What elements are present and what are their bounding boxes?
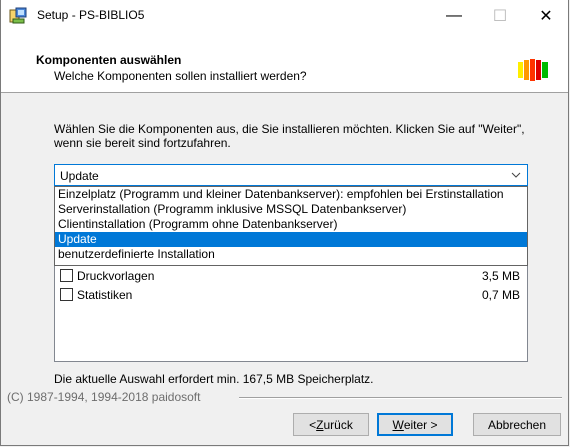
chevron-down-icon — [511, 172, 521, 178]
minimize-button[interactable]: — — [431, 0, 477, 31]
title-bar[interactable]: Setup - PS-BIBLIO5 — ☐ ✕ — [1, 0, 568, 31]
setup-window: Setup - PS-BIBLIO5 — ☐ ✕ Komponenten aus… — [0, 0, 569, 446]
component-checkbox[interactable] — [60, 269, 73, 282]
minimize-icon: — — [446, 6, 462, 24]
maximize-icon: ☐ — [492, 7, 508, 25]
next-label-rest: eiter > — [403, 417, 438, 432]
page-subtitle: Welche Komponenten sollen installiert we… — [54, 69, 307, 83]
close-icon: ✕ — [539, 7, 553, 25]
maximize-button[interactable]: ☐ — [477, 0, 523, 31]
component-item-druckvorlagen[interactable]: Druckvorlagen 3,5 MB — [60, 268, 524, 285]
dropdown-option-selected[interactable]: Update — [55, 232, 527, 247]
back-label-prefix: < — [309, 417, 317, 432]
wizard-logo-icon — [518, 59, 548, 81]
component-checkbox[interactable] — [60, 288, 73, 301]
page-title: Komponenten auswählen — [36, 53, 182, 67]
dropdown-option[interactable]: Serverinstallation (Programm inklusive M… — [55, 202, 527, 217]
wizard-header: Komponenten auswählen Welche Komponenten… — [1, 31, 568, 93]
dropdown-option[interactable]: Einzelplatz (Programm und kleiner Datenb… — [55, 187, 527, 202]
setup-type-combobox[interactable]: Update — [54, 164, 528, 186]
cancel-button[interactable]: Abbrechen — [473, 413, 561, 436]
next-label-accelerator: W — [392, 417, 404, 432]
component-label: Druckvorlagen — [77, 269, 155, 283]
back-label-accelerator: Z — [316, 417, 324, 432]
next-button[interactable]: Weiter > — [377, 413, 453, 436]
footer-separator — [239, 397, 562, 399]
copyright-text: (C) 1987-1994, 1994-2018 paidosoft — [7, 390, 201, 404]
space-required-text: Die aktuelle Auswahl erfordert min. 167,… — [54, 372, 374, 386]
instructions-text: Wählen Sie die Komponenten aus, die Sie … — [54, 122, 525, 150]
dropdown-option[interactable]: benutzerdefinierte Installation — [55, 247, 527, 262]
component-size: 0,7 MB — [481, 288, 520, 302]
component-size: 3,5 MB — [481, 269, 520, 283]
dropdown-option[interactable]: Clientinstallation (Programm ohne Datenb… — [55, 217, 527, 232]
back-button[interactable]: < Zurück — [293, 413, 369, 436]
close-button[interactable]: ✕ — [523, 0, 569, 31]
setup-type-dropdown-list: Einzelplatz (Programm und kleiner Datenb… — [54, 186, 528, 266]
components-list[interactable]: Druckvorlagen 3,5 MB Statistiken 0,7 MB — [54, 266, 528, 362]
component-label: Statistiken — [77, 288, 133, 302]
window-title: Setup - PS-BIBLIO5 — [37, 8, 145, 22]
combobox-value: Update — [60, 169, 99, 183]
back-label-rest: urück — [323, 417, 353, 432]
setup-app-icon — [9, 7, 27, 24]
component-item-statistiken[interactable]: Statistiken 0,7 MB — [60, 287, 524, 304]
